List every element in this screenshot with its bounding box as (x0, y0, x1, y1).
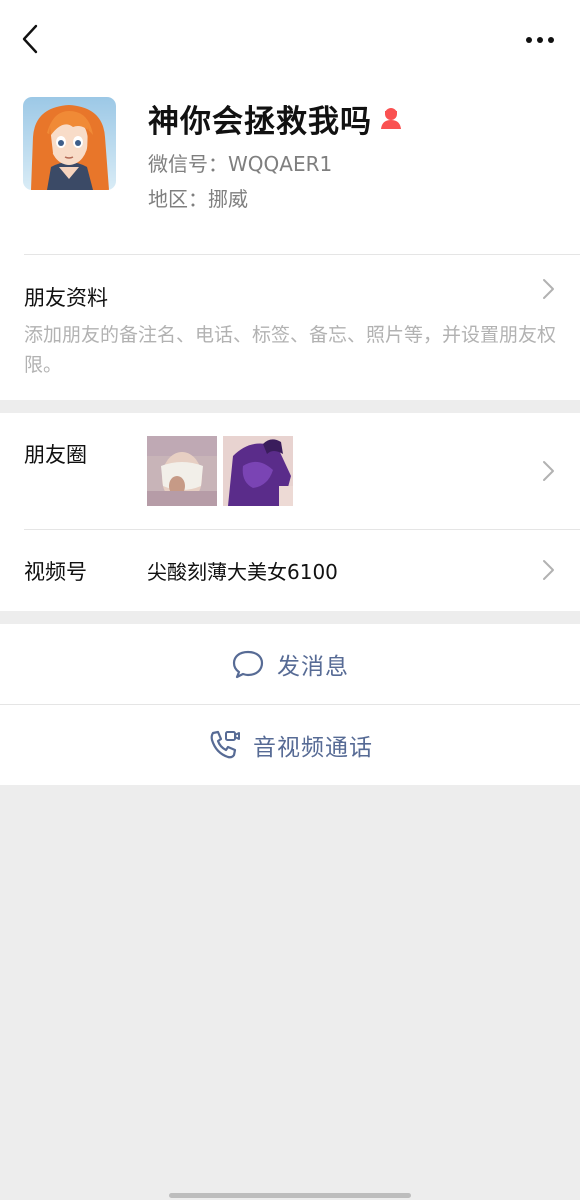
send-message-button[interactable]: 发消息 (0, 624, 580, 704)
chat-bubble-icon (232, 650, 264, 679)
profile-card: 神你会拯救我吗 微信号：WQQAER1 地区：挪威 朋友资料 添加朋友的备注名、… (0, 0, 580, 400)
friend-info-title: 朋友资料 (24, 286, 108, 310)
back-arrow-icon (22, 24, 38, 54)
anime-avatar-image (23, 97, 116, 190)
social-section: 朋友圈 视频号 尖酸刻薄大美女6100 (0, 413, 580, 611)
friend-info-description: 添加朋友的备注名、电话、标签、备忘、照片等，并设置朋友权限。 (24, 324, 557, 376)
moments-row[interactable]: 朋友圈 (0, 413, 580, 529)
moments-title: 朋友圈 (24, 443, 87, 467)
channels-row[interactable]: 视频号 尖酸刻薄大美女6100 (0, 530, 580, 611)
contact-profile-screen: 神你会拯救我吗 微信号：WQQAER1 地区：挪威 朋友资料 添加朋友的备注名、… (0, 0, 580, 1200)
send-message-label: 发消息 (277, 654, 349, 680)
voice-video-call-button[interactable]: 音视频通话 (0, 705, 580, 785)
more-button[interactable] (520, 26, 560, 54)
chevron-right-icon (543, 461, 554, 481)
chevron-right-icon (543, 279, 554, 299)
channel-name: 尖酸刻薄大美女6100 (147, 560, 338, 584)
more-dots-icon (526, 37, 554, 43)
profile-header: 神你会拯救我吗 微信号：WQQAER1 地区：挪威 (0, 78, 580, 254)
divider (24, 254, 580, 255)
moments-thumbnail (223, 436, 293, 506)
contact-name: 神你会拯救我吗 (148, 103, 372, 140)
avatar[interactable] (23, 97, 116, 190)
name-row: 神你会拯救我吗 (148, 96, 404, 140)
wechat-id: 微信号：WQQAER1 (148, 152, 333, 176)
female-person-icon (381, 108, 401, 129)
phone-video-icon (210, 730, 240, 759)
back-button[interactable] (14, 22, 46, 56)
region: 地区：挪威 (148, 187, 248, 211)
friend-info-row[interactable]: 朋友资料 添加朋友的备注名、电话、标签、备忘、照片等，并设置朋友权限。 (0, 256, 580, 400)
nav-bar (0, 0, 580, 78)
channels-title: 视频号 (24, 560, 87, 584)
voice-video-call-label: 音视频通话 (253, 735, 373, 761)
home-indicator[interactable] (169, 1193, 411, 1198)
moments-thumbnail (147, 436, 217, 506)
chevron-right-icon (543, 560, 554, 580)
